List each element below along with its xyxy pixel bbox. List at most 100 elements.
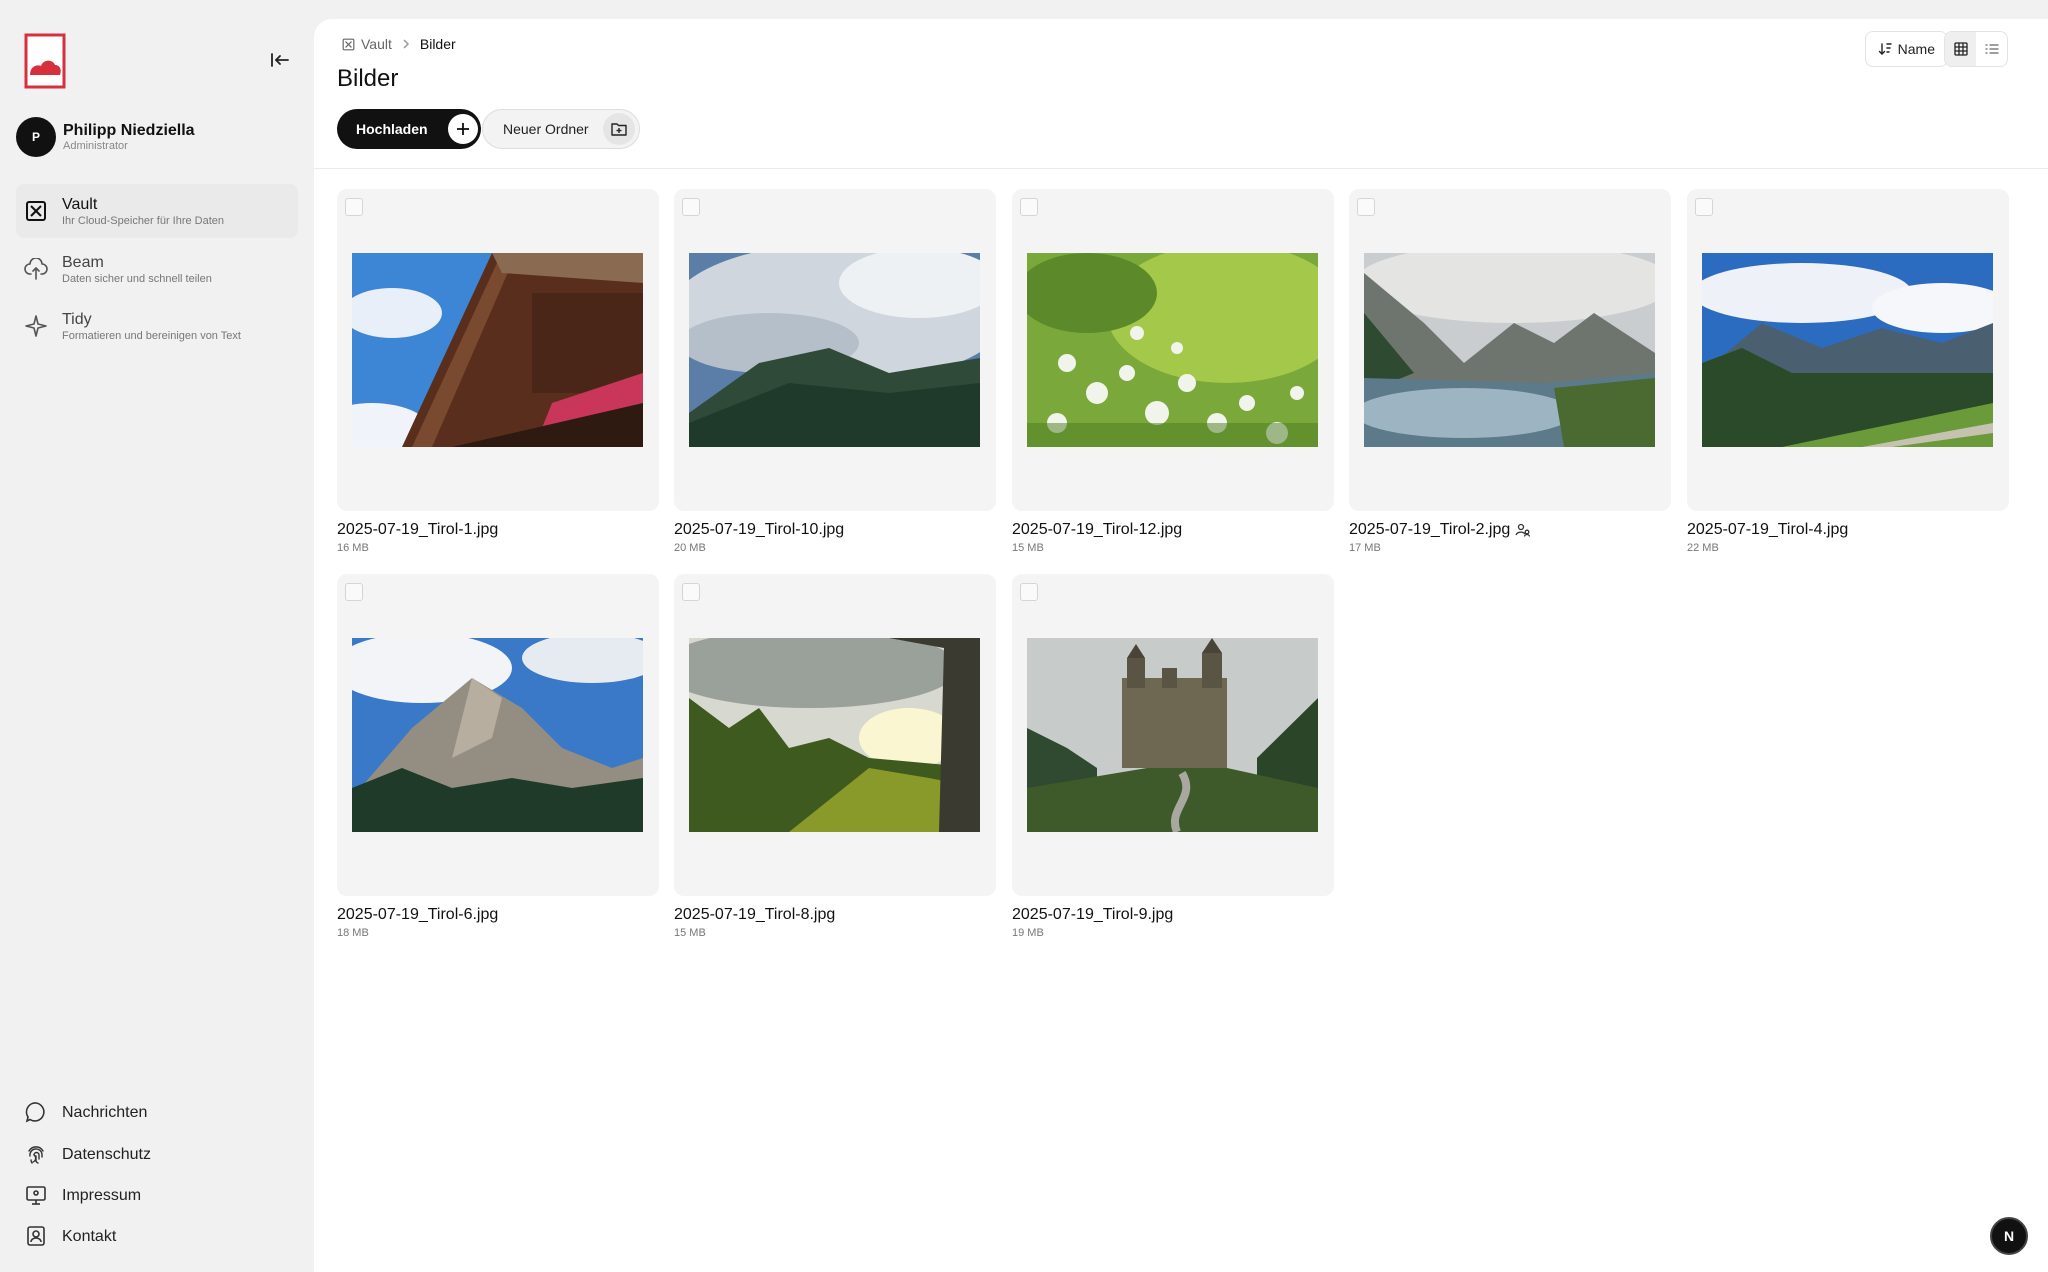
footer-link-impressum[interactable]: Impressum [16,1177,141,1213]
file-name[interactable]: 2025-07-19_Tirol-8.jpg [674,906,835,924]
footer-label: Kontakt [62,1227,117,1245]
file-thumbnail[interactable] [337,574,659,896]
nav-item-vault[interactable]: Vault Ihr Cloud-Speicher für Ihre Daten [16,184,298,238]
file-card[interactable]: 2025-07-19_Tirol-4.jpg 22 MB [1687,189,2009,554]
grid-icon [1953,42,1968,56]
view-toggle [1944,31,2008,67]
select-checkbox[interactable] [1695,198,1713,216]
file-card[interactable]: 2025-07-19_Tirol-12.jpg 15 MB [1012,189,1334,554]
select-checkbox[interactable] [1357,198,1375,216]
upload-button[interactable]: Hochladen [337,109,481,149]
new-folder-button[interactable]: Neuer Ordner [482,109,640,149]
breadcrumb-current: Bilder [419,36,456,52]
file-card[interactable]: 2025-07-19_Tirol-9.jpg 19 MB [1012,574,1334,939]
select-checkbox[interactable] [345,583,363,601]
nav-item-tidy[interactable]: Tidy Formatieren und bereinigen von Text [16,299,298,353]
file-thumbnail[interactable] [337,189,659,511]
list-view-button[interactable] [1976,32,2007,66]
chevron-right-icon [402,36,410,52]
select-checkbox[interactable] [682,583,700,601]
file-card[interactable]: 2025-07-19_Tirol-6.jpg 18 MB [337,574,659,939]
file-thumbnail[interactable] [674,574,996,896]
file-thumbnail[interactable] [1687,189,2009,511]
image-preview [1027,638,1318,832]
file-name[interactable]: 2025-07-19_Tirol-4.jpg [1687,521,1848,539]
nav-subtitle: Daten sicher und schnell teilen [62,272,212,285]
user-profile[interactable]: P Philipp Niedziella Administrator [16,117,195,157]
file-size: 15 MB [1012,542,1044,554]
nav-subtitle: Ihr Cloud-Speicher für Ihre Daten [62,214,225,227]
collapse-sidebar-button[interactable] [266,48,294,72]
file-size: 16 MB [337,542,369,554]
image-preview [1702,253,1993,447]
file-size: 15 MB [674,927,706,939]
image-preview [352,253,643,447]
folder-plus-icon [602,113,635,145]
user-name: Philipp Niedziella [63,122,195,139]
file-card[interactable]: 2025-07-19_Tirol-8.jpg 15 MB [674,574,996,939]
sort-label: Name [1897,41,1935,57]
nav-title: Tidy [62,310,92,328]
file-size: 18 MB [337,927,369,939]
footer-link-nachrichten[interactable]: Nachrichten [16,1094,147,1130]
file-card[interactable]: 2025-07-19_Tirol-10.jpg 20 MB [674,189,996,554]
sparkle-icon [25,315,47,337]
app-logo[interactable] [24,33,66,89]
file-size: 20 MB [674,542,706,554]
sort-button[interactable]: Name [1864,31,1948,67]
file-name[interactable]: 2025-07-19_Tirol-10.jpg [674,521,844,539]
file-thumbnail[interactable] [1012,189,1334,511]
image-preview [352,638,643,832]
file-name[interactable]: 2025-07-19_Tirol-12.jpg [1012,521,1182,539]
file-thumbnail[interactable] [1349,189,1671,511]
list-icon [1984,44,1999,54]
footer-label: Datenschutz [62,1145,151,1163]
footer-label: Nachrichten [62,1103,148,1121]
shared-users-icon [1515,523,1531,537]
main-panel: Vault Bilder Bilder Hochladen Neuer Ordn… [314,19,2048,1272]
select-checkbox[interactable] [345,198,363,216]
image-preview [1364,253,1655,447]
image-preview [689,253,980,447]
collapse-left-icon [271,53,289,67]
page-title: Bilder [337,65,399,92]
nav-title: Beam [62,253,104,271]
assistant-badge[interactable]: N [1990,1217,2028,1255]
nav-item-beam[interactable]: Beam Daten sicher und schnell teilen [16,242,298,296]
file-name[interactable]: 2025-07-19_Tirol-6.jpg [337,906,498,924]
select-checkbox[interactable] [1020,583,1038,601]
nav-subtitle: Formatieren und bereinigen von Text [62,329,241,342]
monitor-icon [26,1186,46,1205]
contact-card-icon [27,1226,45,1246]
breadcrumb: Vault Bilder [342,36,456,52]
file-thumbnail[interactable] [1012,574,1334,896]
file-thumbnail[interactable] [674,189,996,511]
select-checkbox[interactable] [682,198,700,216]
grid-view-button[interactable] [1945,32,1976,66]
file-size: 19 MB [1012,927,1044,939]
avatar: P [16,117,56,157]
nav-title: Vault [62,195,98,213]
file-name[interactable]: 2025-07-19_Tirol-9.jpg [1012,906,1173,924]
vault-icon [26,201,46,221]
plus-icon [447,114,478,144]
footer-link-datenschutz[interactable]: Datenschutz [16,1136,151,1172]
fingerprint-icon [28,1146,44,1164]
image-preview [1027,253,1318,447]
select-checkbox[interactable] [1020,198,1038,216]
file-card[interactable]: 2025-07-19_Tirol-1.jpg 16 MB [337,189,659,554]
file-name[interactable]: 2025-07-19_Tirol-1.jpg [337,521,498,539]
file-name[interactable]: 2025-07-19_Tirol-2.jpg [1349,521,1510,539]
upload-label: Hochladen [356,121,428,137]
sidebar: P Philipp Niedziella Administrator Vault… [0,0,314,1272]
user-role: Administrator [63,140,128,152]
cloud-upload-icon [24,258,48,280]
image-preview [689,638,980,832]
file-card[interactable]: 2025-07-19_Tirol-2.jpg 17 MB [1349,189,1671,554]
new-folder-label: Neuer Ordner [503,121,589,137]
file-size: 22 MB [1687,542,1719,554]
footer-label: Impressum [62,1186,142,1204]
footer-link-kontakt[interactable]: Kontakt [16,1218,116,1254]
breadcrumb-root[interactable]: Vault [361,36,392,52]
divider [314,168,2048,169]
